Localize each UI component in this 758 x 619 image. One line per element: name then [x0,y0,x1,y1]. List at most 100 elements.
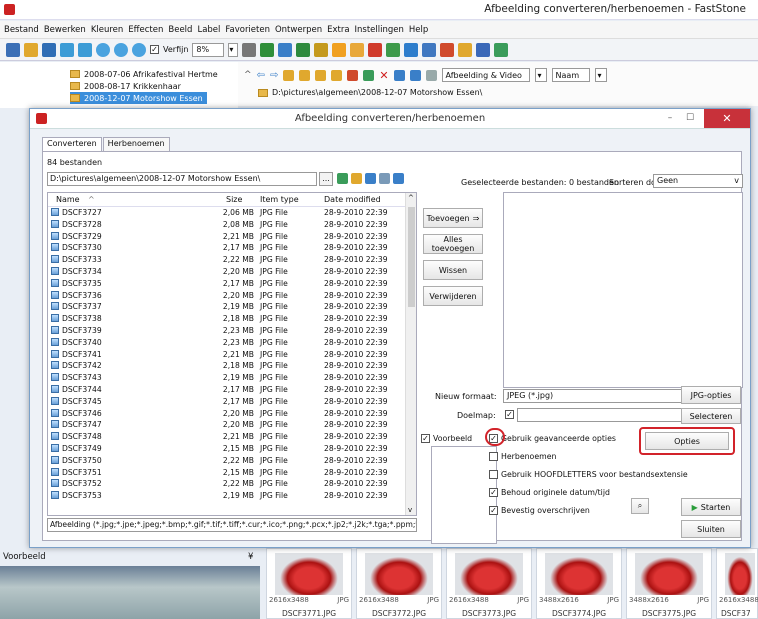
column-name[interactable]: Name [56,195,80,204]
details-icon[interactable] [425,69,437,81]
uppercase-ext-checkbox[interactable] [489,470,498,479]
list-view-icon[interactable] [379,173,390,184]
file-row[interactable]: DSCF3751 2,15 MB JPG File 28-9-2010 22:39 [48,467,406,479]
print-icon[interactable] [476,42,491,57]
sort-dropdown-icon[interactable]: ▾ [594,68,607,82]
browse-button[interactable]: ... [319,172,333,186]
sort-select[interactable]: Naam [551,68,590,82]
file-row[interactable]: DSCF3729 2,21 MB JPG File 28-9-2010 22:39 [48,231,406,243]
sort-by-select[interactable]: Geen v [653,174,743,188]
zoom-in-icon[interactable] [96,42,110,57]
folder-green-icon[interactable] [337,173,348,184]
file-list-scrollbar[interactable]: ^ v [405,193,416,515]
details-view-icon[interactable] [393,173,404,184]
column-date[interactable]: Date modified [324,195,381,204]
file-row[interactable]: DSCF3749 2,15 MB JPG File 28-9-2010 22:39 [48,444,406,455]
menu-item[interactable]: Bestand [4,25,39,35]
colors-icon[interactable] [314,42,329,57]
file-row[interactable]: DSCF3733 2,22 MB JPG File 28-9-2010 22:39 [48,255,406,266]
preview-button[interactable]: ⌕ [631,498,649,514]
menu-item[interactable]: Extra [327,25,349,35]
file-row[interactable]: DSCF3742 2,18 MB JPG File 28-9-2010 22:39 [48,361,406,372]
source-path-field[interactable]: D:\pictures\algemeen\2008-12-07 Motorsho… [47,172,317,186]
file-row[interactable]: DSCF3746 2,20 MB JPG File 28-9-2010 22:39 [48,408,406,420]
back-icon[interactable]: ^ [244,70,252,80]
keep-date-option[interactable]: ✓ Behoud originele datum/tijd [489,488,610,497]
collapse-icon[interactable]: ¥ [248,552,253,562]
menu-item[interactable]: Favorieten [225,25,270,35]
view-filter-select[interactable]: Afbeelding & Video [441,68,530,82]
clear-button[interactable]: Wissen [423,260,483,280]
minimize-icon[interactable]: – [662,113,678,125]
tree-item[interactable]: 2008-07-06 Afrikafestival Hertme [70,68,218,80]
rename-checkbox[interactable] [489,452,498,461]
selected-files-list[interactable] [503,192,743,388]
list-icon[interactable] [409,69,421,81]
file-row[interactable]: DSCF3744 2,17 MB JPG File 28-9-2010 22:39 [48,385,406,396]
folder-move-icon[interactable] [331,69,343,81]
file-row[interactable]: DSCF3739 2,23 MB JPG File 28-9-2010 22:39 [48,326,406,337]
confirm-overwrite-checkbox[interactable]: ✓ [489,506,498,515]
view-filter-dropdown-icon[interactable]: ▾ [534,68,547,82]
fit-icon[interactable] [60,42,74,57]
start-button[interactable]: ▶ Starten [681,498,741,516]
canvas-icon[interactable] [296,42,311,57]
compare-icon[interactable] [386,42,401,57]
file-row[interactable]: DSCF3748 2,21 MB JPG File 28-9-2010 22:39 [48,432,406,443]
scroll-up-icon[interactable]: ^ [408,194,414,202]
crop-icon[interactable] [260,42,275,57]
menu-item[interactable]: Instellingen [355,25,404,35]
file-row[interactable]: DSCF3750 2,22 MB JPG File 28-9-2010 22:39 [48,455,406,467]
file-row[interactable]: DSCF3743 2,19 MB JPG File 28-9-2010 22:39 [48,373,406,384]
thumbnail[interactable]: 3488x2616 JPG DSCF3775.JPG [626,548,712,619]
next-icon[interactable]: ⇨ [270,70,278,81]
menu-item[interactable]: Bewerken [44,25,86,35]
browser-path[interactable]: D:\pictures\algemeen\2008-12-07 Motorsho… [272,88,482,97]
thumbnail[interactable]: 2616x3488 JPG DSCF3772.JPG [356,548,442,619]
menu-item[interactable]: Help [409,25,428,35]
prev-icon[interactable]: ⇦ [257,70,265,81]
thumbnail[interactable]: 2616x3488 DSCF37 [716,548,758,619]
slideshow-icon[interactable] [404,42,419,57]
maximize-icon[interactable]: ☐ [682,113,698,125]
thumbnail[interactable]: 2616x3488 JPG DSCF3773.JPG [446,548,532,619]
file-row[interactable]: DSCF3737 2,19 MB JPG File 28-9-2010 22:39 [48,302,406,313]
file-row[interactable]: DSCF3752 2,22 MB JPG File 28-9-2010 22:39 [48,479,406,490]
column-type[interactable]: Item type [260,195,299,204]
menu-item[interactable]: Ontwerpen [275,25,322,35]
file-row[interactable]: DSCF3753 2,19 MB JPG File 28-9-2010 22:39 [48,491,406,502]
close-icon[interactable]: ✕ [704,109,750,128]
destination-checkbox[interactable]: ✓ [505,410,514,419]
file-row[interactable]: DSCF3740 2,23 MB JPG File 28-9-2010 22:39 [48,337,406,349]
zoom-out-icon[interactable] [114,42,128,57]
settings-icon[interactable] [494,42,509,57]
keep-date-checkbox[interactable]: ✓ [489,488,498,497]
file-row[interactable]: DSCF3741 2,21 MB JPG File 28-9-2010 22:39 [48,349,406,361]
jpg-options-button[interactable]: JPG-opties [681,386,741,404]
refresh-icon[interactable] [347,69,359,81]
advanced-option[interactable]: ✓ Gebruik geavanceerde opties [489,434,616,443]
folder-icon[interactable] [24,42,38,57]
filter-icon[interactable] [363,69,375,81]
menu-item[interactable]: Kleuren [91,25,123,35]
effects-icon[interactable] [332,42,347,57]
file-row[interactable]: DSCF3727 2,06 MB JPG File 28-9-2010 22:39 [48,208,406,219]
actual-size-icon[interactable] [78,42,92,57]
smooth-checkbox[interactable]: ✓ [150,45,159,54]
file-row[interactable]: DSCF3747 2,20 MB JPG File 28-9-2010 22:39 [48,420,406,431]
open-icon[interactable] [6,42,20,57]
thumbs-icon[interactable] [393,69,405,81]
destination-field[interactable] [517,408,693,422]
batch-icon[interactable] [458,42,473,57]
uppercase-ext-option[interactable]: Gebruik HOOFDLETTERS voor bestandsextens… [489,470,688,479]
redeye-icon[interactable] [350,42,365,57]
remove-button[interactable]: Verwijderen [423,286,483,306]
thumbnail[interactable]: 3488x2616 JPG DSCF3774.JPG [536,548,622,619]
scroll-down-icon[interactable]: v [408,506,412,514]
rename-option[interactable]: Herbenoemen [489,452,556,461]
select-folder-button[interactable]: Selecteren [681,408,741,424]
preview-option[interactable]: ✓ Voorbeeld [421,434,472,443]
thumbs-view-icon[interactable] [365,173,376,184]
close-button[interactable]: Sluiten [681,520,741,538]
file-row[interactable]: DSCF3730 2,17 MB JPG File 28-9-2010 22:39 [48,243,406,254]
